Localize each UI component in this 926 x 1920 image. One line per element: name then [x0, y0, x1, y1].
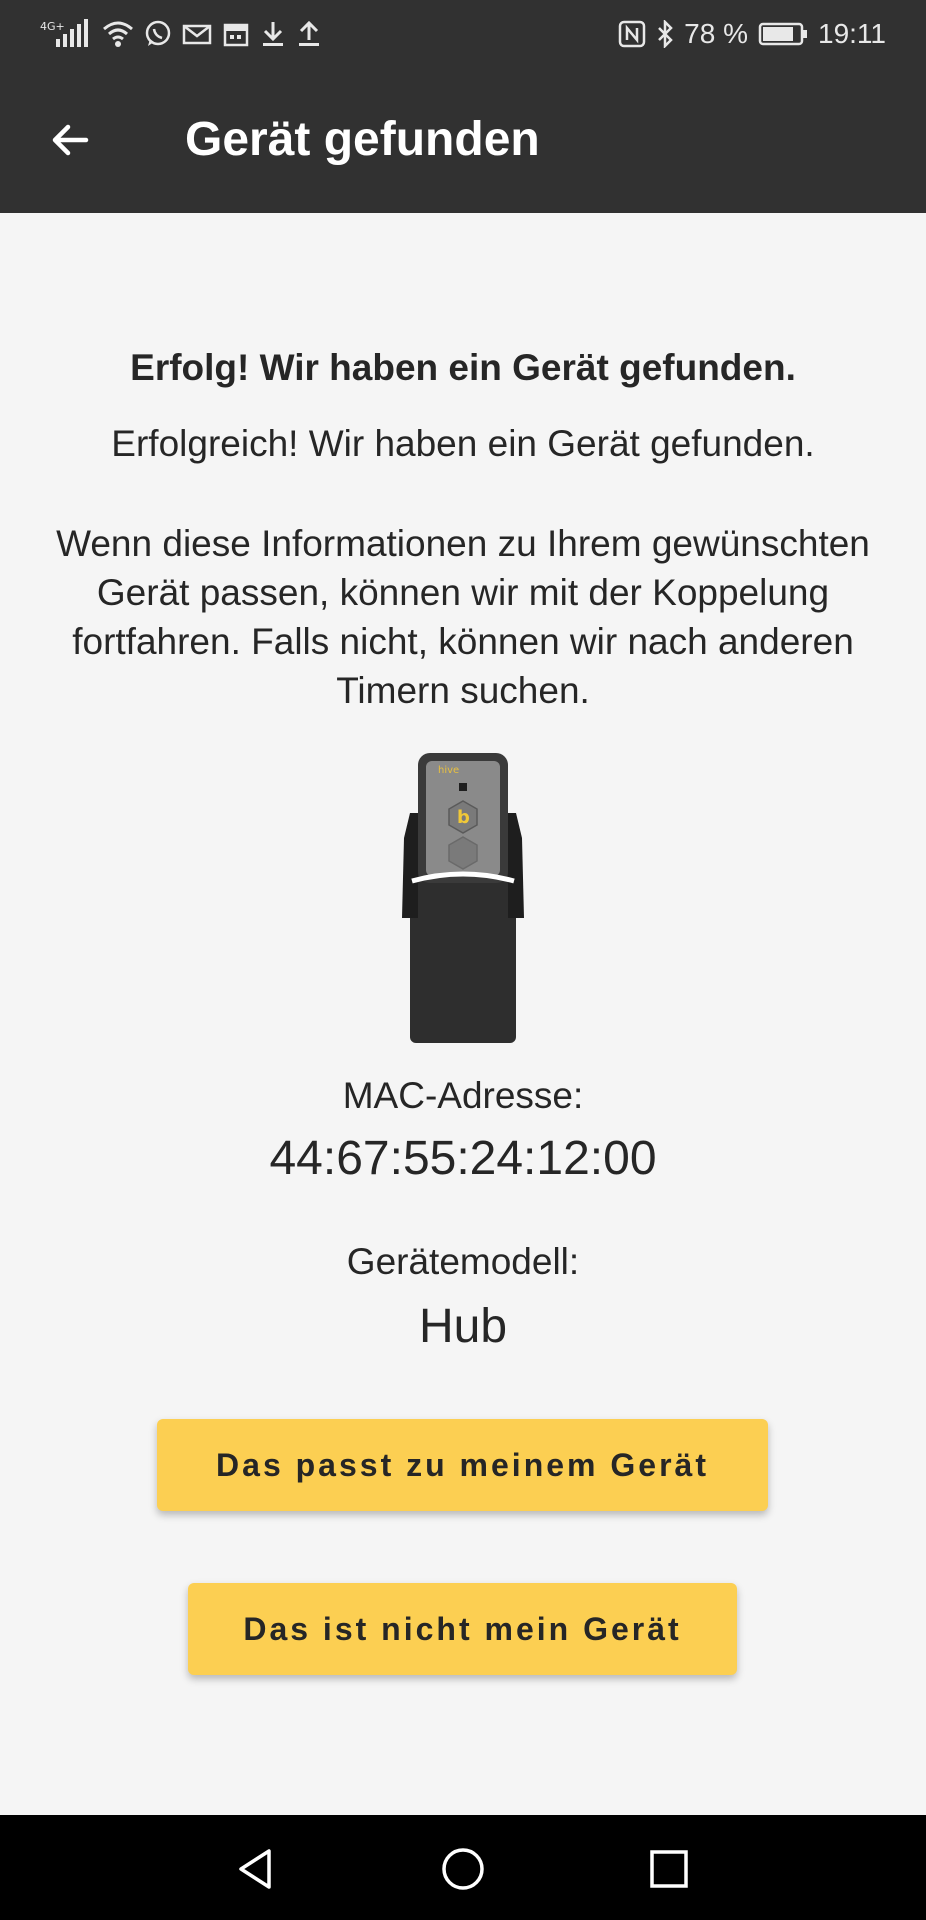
device-model-value: Hub	[418, 1300, 508, 1353]
arrow-left-icon	[52, 124, 89, 156]
bluetooth-icon	[656, 20, 674, 48]
confirm-device-button[interactable]: Das passt zu meinem Gerät	[157, 1419, 768, 1511]
nav-back-button[interactable]	[225, 1837, 289, 1901]
upload-icon	[296, 20, 322, 48]
status-bar-left: 4G+	[40, 19, 322, 49]
svg-text:hive: hive	[438, 765, 459, 776]
nav-home-button[interactable]	[431, 1837, 495, 1901]
signal-icon: 4G+	[40, 19, 92, 49]
system-navigation-bar	[0, 1815, 926, 1920]
page-title: Gerät gefunden	[185, 113, 540, 166]
whatsapp-icon	[144, 20, 172, 48]
hub-device-image: hive b	[402, 753, 524, 1043]
back-triangle-icon	[239, 1849, 271, 1889]
battery-percent: 78 %	[684, 18, 748, 49]
svg-text:4G+: 4G+	[40, 20, 65, 33]
download-icon	[260, 20, 286, 48]
mac-address-label: MAC-Adresse:	[342, 1075, 584, 1116]
nav-recents-button[interactable]	[637, 1837, 701, 1901]
success-subline: Erfolgreich! Wir haben ein Gerät gefunde…	[111, 423, 815, 464]
calendar-icon	[222, 20, 250, 48]
battery-icon	[758, 21, 808, 47]
main-content: Erfolg! Wir haben ein Gerät gefunden. Er…	[0, 213, 926, 1815]
clock: 19:11	[818, 18, 886, 49]
svg-text:b: b	[457, 807, 470, 828]
status-bar-right: 78 % 19:11	[618, 18, 886, 50]
app-bar: Gerät gefunden	[0, 68, 926, 213]
info-paragraph: Wenn diese Informationen zu Ihrem gewüns…	[56, 523, 870, 711]
device-model-label: Gerätemodell:	[346, 1241, 580, 1282]
reject-device-button[interactable]: Das ist nicht mein Gerät	[188, 1583, 737, 1675]
recents-square-icon	[650, 1850, 688, 1888]
mail-icon	[182, 21, 212, 47]
success-headline: Erfolg! Wir haben ein Gerät gefunden.	[130, 347, 796, 388]
status-bar: 4G+ 78 % 19:11	[0, 0, 926, 68]
back-button[interactable]	[34, 104, 106, 176]
mac-address-value: 44:67:55:24:12:00	[269, 1132, 657, 1185]
wifi-icon	[102, 20, 134, 48]
nfc-icon	[618, 20, 646, 48]
home-circle-icon	[442, 1848, 484, 1890]
